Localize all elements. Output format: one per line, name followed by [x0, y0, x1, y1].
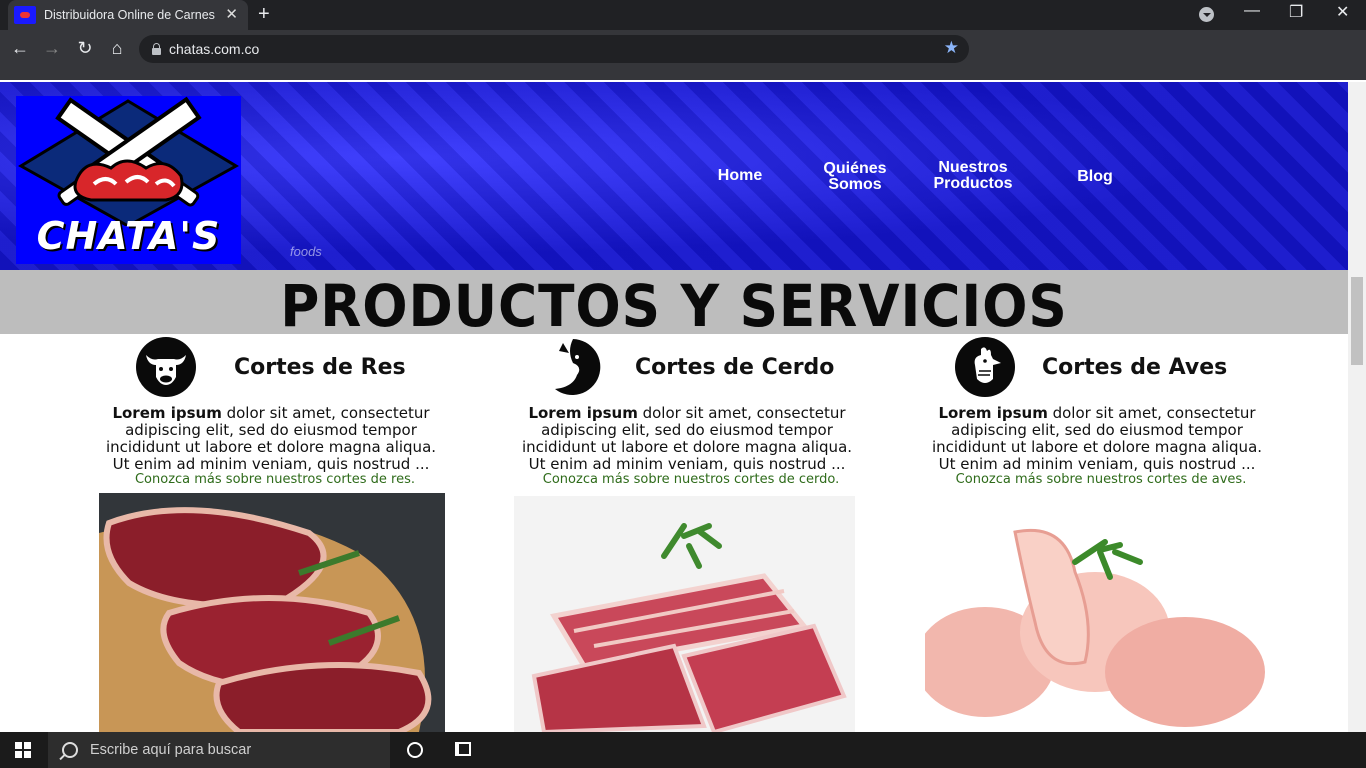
card-description-res: Lorem ipsum dolor sit amet, consectetur …: [101, 405, 441, 473]
page-scrollbar[interactable]: [1348, 82, 1366, 732]
desc-bold-cerdo: Lorem ipsum: [528, 404, 638, 422]
card-link-res[interactable]: Conozca más sobre nuestros cortes de res…: [105, 472, 445, 487]
chatas-logo[interactable]: CHATA'S: [16, 96, 241, 264]
hero-background-text: foods: [290, 244, 322, 259]
minimize-button[interactable]: —: [1244, 2, 1260, 20]
nav-blog[interactable]: Blog: [1055, 169, 1135, 185]
web-page: foods CHATA'S Home Quiénes Somos Nuestro…: [0, 82, 1348, 732]
card-link-cerdo[interactable]: Conozca más sobre nuestros cortes de cer…: [521, 472, 861, 487]
profile-dropdown-icon[interactable]: [1199, 7, 1214, 22]
card-description-cerdo: Lorem ipsum dolor sit amet, consectetur …: [517, 405, 857, 473]
windows-start-icon[interactable]: [15, 742, 31, 758]
section-title: PRODUCTOS Y SERVICIOS: [280, 272, 1068, 340]
home-icon[interactable]: ⌂: [105, 38, 129, 59]
beef-steaks-image: [99, 493, 445, 732]
card-description-aves: Lorem ipsum dolor sit amet, consectetur …: [927, 405, 1267, 473]
hero-header: foods CHATA'S Home Quiénes Somos Nuestro…: [0, 82, 1348, 270]
card-header-res: Cortes de Res: [136, 337, 406, 397]
taskbar-search-placeholder: Escribe aquí para buscar: [90, 742, 252, 758]
card-title-aves: Cortes de Aves: [1042, 354, 1228, 380]
address-bar[interactable]: chatas.com.co ★: [139, 35, 969, 63]
rooster-icon: [955, 337, 1015, 397]
search-icon: [62, 742, 78, 758]
desc-bold-aves: Lorem ipsum: [938, 404, 1048, 422]
nav-home[interactable]: Home: [700, 168, 780, 184]
url-text: chatas.com.co: [169, 41, 260, 57]
bookmark-star-icon[interactable]: ★: [944, 38, 959, 58]
tab-title: Distribuidora Online de Carnes: [44, 8, 215, 22]
forward-arrow-icon[interactable]: →: [40, 38, 64, 59]
lock-icon: [152, 42, 161, 55]
cortana-icon[interactable]: [407, 742, 423, 758]
pork-ribs-image: [514, 496, 855, 732]
back-arrow-icon[interactable]: ←: [8, 38, 32, 59]
crossed-cleavers-icon: [18, 96, 239, 228]
tab-close-icon[interactable]: ✕: [225, 5, 238, 23]
card-link-aves[interactable]: Conozca más sobre nuestros cortes de ave…: [931, 472, 1271, 487]
close-window-button[interactable]: ✕: [1336, 2, 1349, 22]
cow-icon: [136, 337, 196, 397]
new-tab-button[interactable]: +: [258, 3, 270, 26]
site-favicon-icon: [14, 6, 36, 24]
windows-taskbar: Escribe aquí para buscar: [0, 732, 1366, 768]
task-view-icon[interactable]: [455, 742, 471, 756]
card-header-aves: Cortes de Aves: [955, 337, 1227, 397]
card-title-res: Cortes de Res: [234, 354, 406, 380]
desc-bold-res: Lorem ipsum: [112, 404, 222, 422]
tab-strip: Distribuidora Online de Carnes ✕ + — ❐ ✕: [0, 0, 1366, 30]
logo-text: CHATA'S: [36, 214, 221, 258]
nav-nuestros-productos[interactable]: Nuestros Productos: [928, 160, 1018, 192]
card-header-cerdo: Cortes de Cerdo: [543, 337, 834, 397]
pig-icon: [543, 337, 603, 397]
chicken-drumsticks-image: [925, 512, 1265, 732]
scrollbar-thumb[interactable]: [1351, 277, 1363, 365]
browser-toolbar: ← → ↻ ⌂ chatas.com.co ★: [0, 30, 1366, 80]
browser-tab[interactable]: Distribuidora Online de Carnes ✕: [8, 0, 248, 30]
nav-quienes-somos[interactable]: Quiénes Somos: [815, 161, 895, 193]
card-title-cerdo: Cortes de Cerdo: [635, 354, 835, 380]
taskbar-search-box[interactable]: Escribe aquí para buscar: [48, 732, 390, 768]
maximize-button[interactable]: ❐: [1289, 2, 1303, 22]
section-banner: PRODUCTOS Y SERVICIOS: [0, 270, 1348, 340]
reload-icon[interactable]: ↻: [73, 38, 97, 59]
